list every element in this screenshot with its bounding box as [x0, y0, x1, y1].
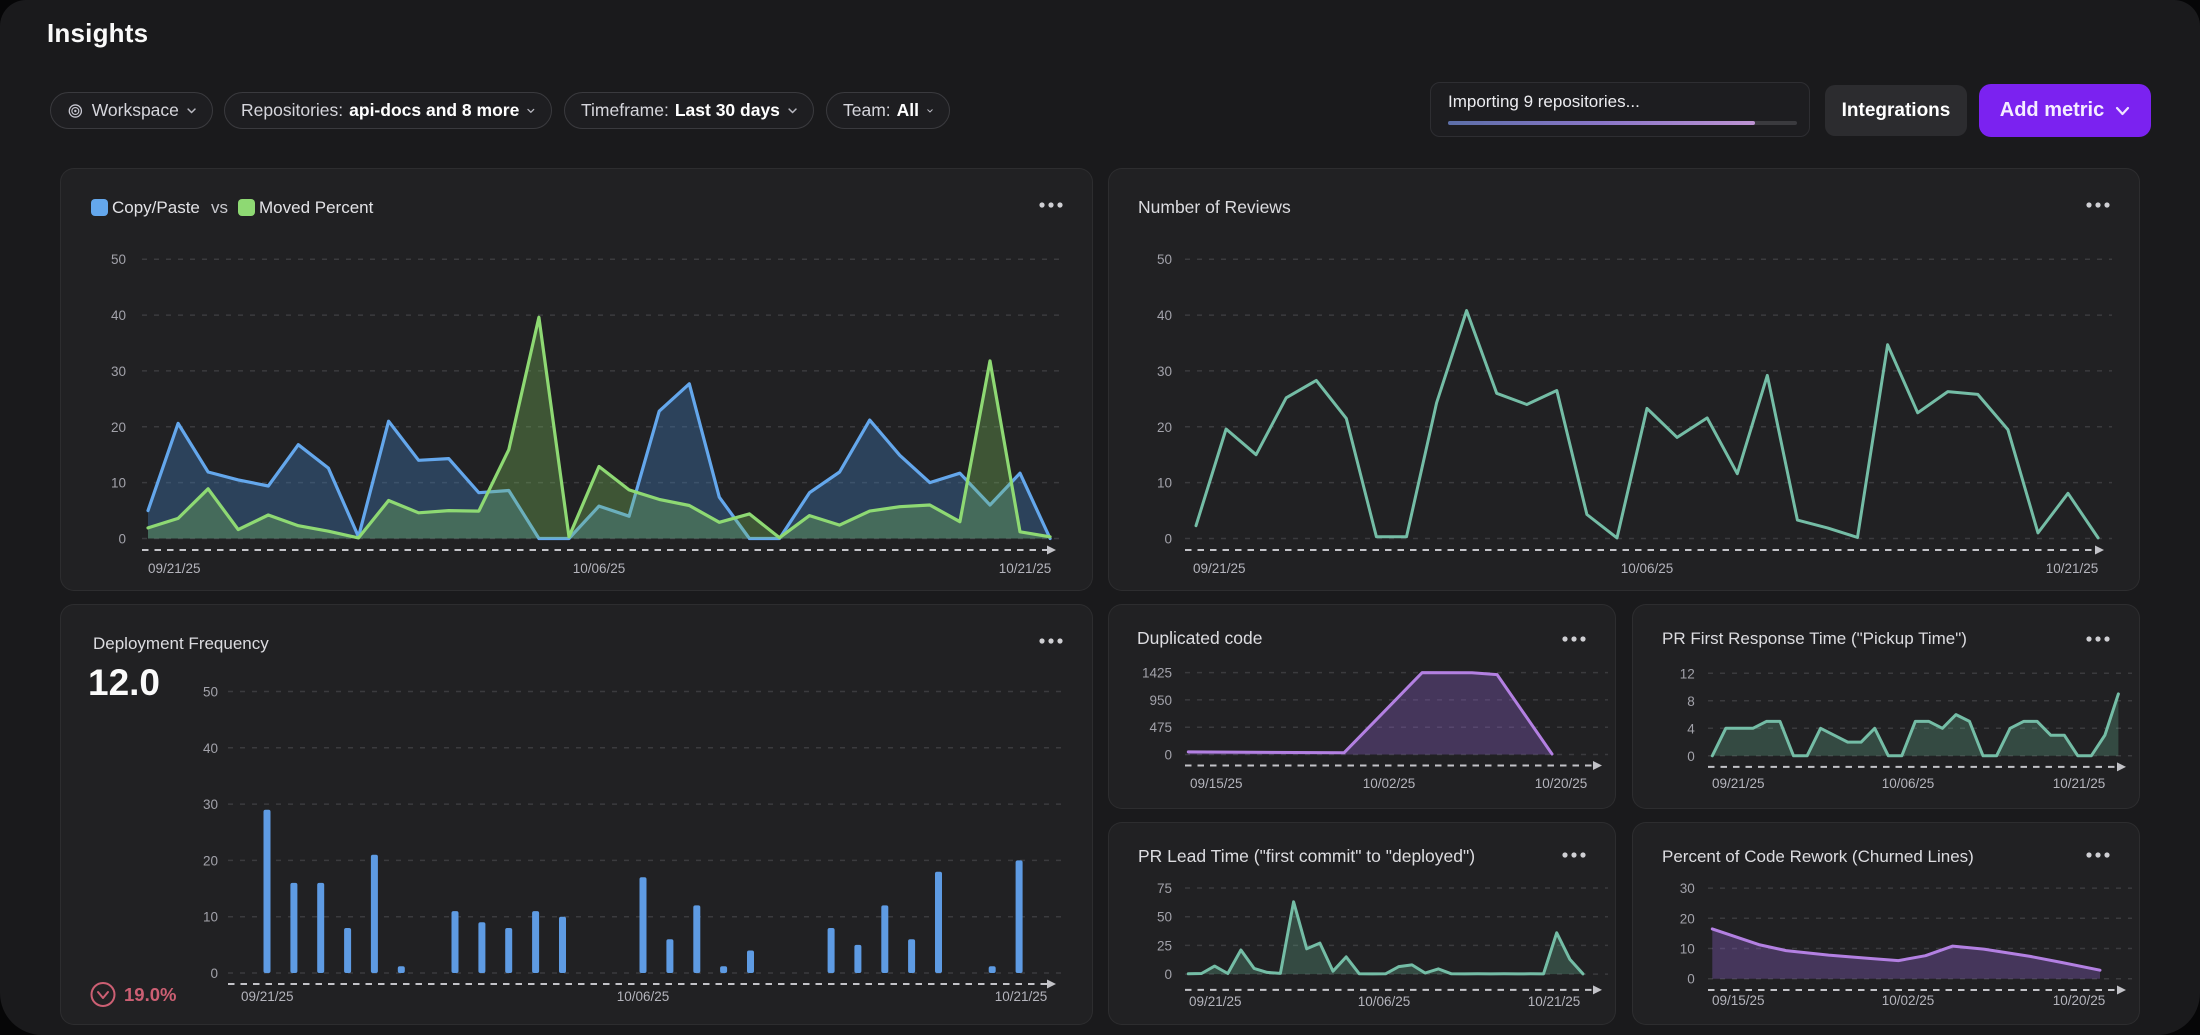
svg-text:10: 10 — [111, 476, 126, 491]
svg-text:19.0%: 19.0% — [124, 984, 176, 1005]
svg-text:30: 30 — [111, 364, 126, 379]
svg-text:950: 950 — [1149, 693, 1172, 708]
svg-text:475: 475 — [1149, 720, 1172, 735]
svg-text:Percent of Code Rework (Churne: Percent of Code Rework (Churned Lines) — [1662, 847, 1974, 866]
svg-text:0: 0 — [1164, 748, 1172, 763]
svg-text:50: 50 — [1157, 252, 1172, 267]
svg-text:20: 20 — [203, 853, 218, 868]
svg-text:10/21/25: 10/21/25 — [995, 989, 1048, 1004]
svg-text:30: 30 — [1157, 364, 1172, 379]
svg-text:PR Lead Time ("first commit" t: PR Lead Time ("first commit" to "deploye… — [1138, 846, 1475, 866]
svg-text:10/06/25: 10/06/25 — [617, 989, 670, 1004]
svg-text:Duplicated code: Duplicated code — [1137, 628, 1263, 648]
svg-text:12: 12 — [1680, 666, 1695, 681]
svg-text:20: 20 — [1157, 420, 1172, 435]
svg-text:50: 50 — [111, 252, 126, 267]
svg-text:40: 40 — [203, 741, 218, 756]
svg-text:10/06/25: 10/06/25 — [573, 561, 626, 576]
svg-text:10/21/25: 10/21/25 — [999, 561, 1052, 576]
svg-text:0: 0 — [118, 532, 126, 547]
svg-text:10/02/25: 10/02/25 — [1363, 776, 1416, 791]
svg-text:30: 30 — [203, 797, 218, 812]
svg-text:40: 40 — [111, 308, 126, 323]
svg-text:10/06/25: 10/06/25 — [1358, 994, 1411, 1009]
svg-text:20: 20 — [1680, 911, 1695, 926]
svg-text:10/20/25: 10/20/25 — [2053, 993, 2106, 1008]
svg-text:09/15/25: 09/15/25 — [1712, 993, 1765, 1008]
svg-text:10/06/25: 10/06/25 — [1621, 561, 1674, 576]
svg-text:8: 8 — [1687, 694, 1695, 709]
svg-text:10: 10 — [203, 910, 218, 925]
svg-text:0: 0 — [1687, 972, 1695, 987]
svg-text:50: 50 — [203, 685, 218, 700]
svg-text:09/21/25: 09/21/25 — [1193, 561, 1246, 576]
svg-text:vs: vs — [211, 198, 228, 217]
svg-text:Moved Percent: Moved Percent — [259, 198, 374, 217]
svg-text:09/21/25: 09/21/25 — [1189, 994, 1242, 1009]
svg-text:0: 0 — [1164, 967, 1172, 982]
svg-text:10: 10 — [1157, 476, 1172, 491]
svg-text:10/02/25: 10/02/25 — [1882, 993, 1935, 1008]
svg-text:30: 30 — [1680, 881, 1695, 896]
svg-text:10/21/25: 10/21/25 — [2053, 776, 2106, 791]
svg-text:0: 0 — [1164, 532, 1172, 547]
svg-text:0: 0 — [210, 966, 218, 981]
svg-text:10/06/25: 10/06/25 — [1882, 776, 1935, 791]
svg-text:10/21/25: 10/21/25 — [1528, 994, 1581, 1009]
svg-text:20: 20 — [111, 420, 126, 435]
svg-text:25: 25 — [1157, 938, 1172, 953]
svg-text:Number of Reviews: Number of Reviews — [1138, 197, 1291, 217]
svg-text:10/21/25: 10/21/25 — [2046, 561, 2099, 576]
svg-text:12.0: 12.0 — [88, 662, 160, 703]
svg-text:10: 10 — [1680, 942, 1695, 957]
svg-text:09/21/25: 09/21/25 — [1712, 776, 1765, 791]
svg-text:1425: 1425 — [1142, 666, 1172, 681]
svg-text:PR First Response Time ("Picku: PR First Response Time ("Pickup Time") — [1662, 629, 1967, 648]
svg-text:Deployment Frequency: Deployment Frequency — [93, 634, 269, 653]
svg-text:75: 75 — [1157, 881, 1172, 896]
svg-text:10/20/25: 10/20/25 — [1535, 776, 1588, 791]
svg-text:40: 40 — [1157, 308, 1172, 323]
svg-text:4: 4 — [1687, 721, 1695, 736]
svg-text:50: 50 — [1157, 910, 1172, 925]
svg-text:09/21/25: 09/21/25 — [241, 989, 294, 1004]
svg-text:09/15/25: 09/15/25 — [1190, 776, 1243, 791]
svg-text:Copy/Paste: Copy/Paste — [112, 198, 200, 217]
svg-text:0: 0 — [1687, 749, 1695, 764]
svg-text:09/21/25: 09/21/25 — [148, 561, 201, 576]
